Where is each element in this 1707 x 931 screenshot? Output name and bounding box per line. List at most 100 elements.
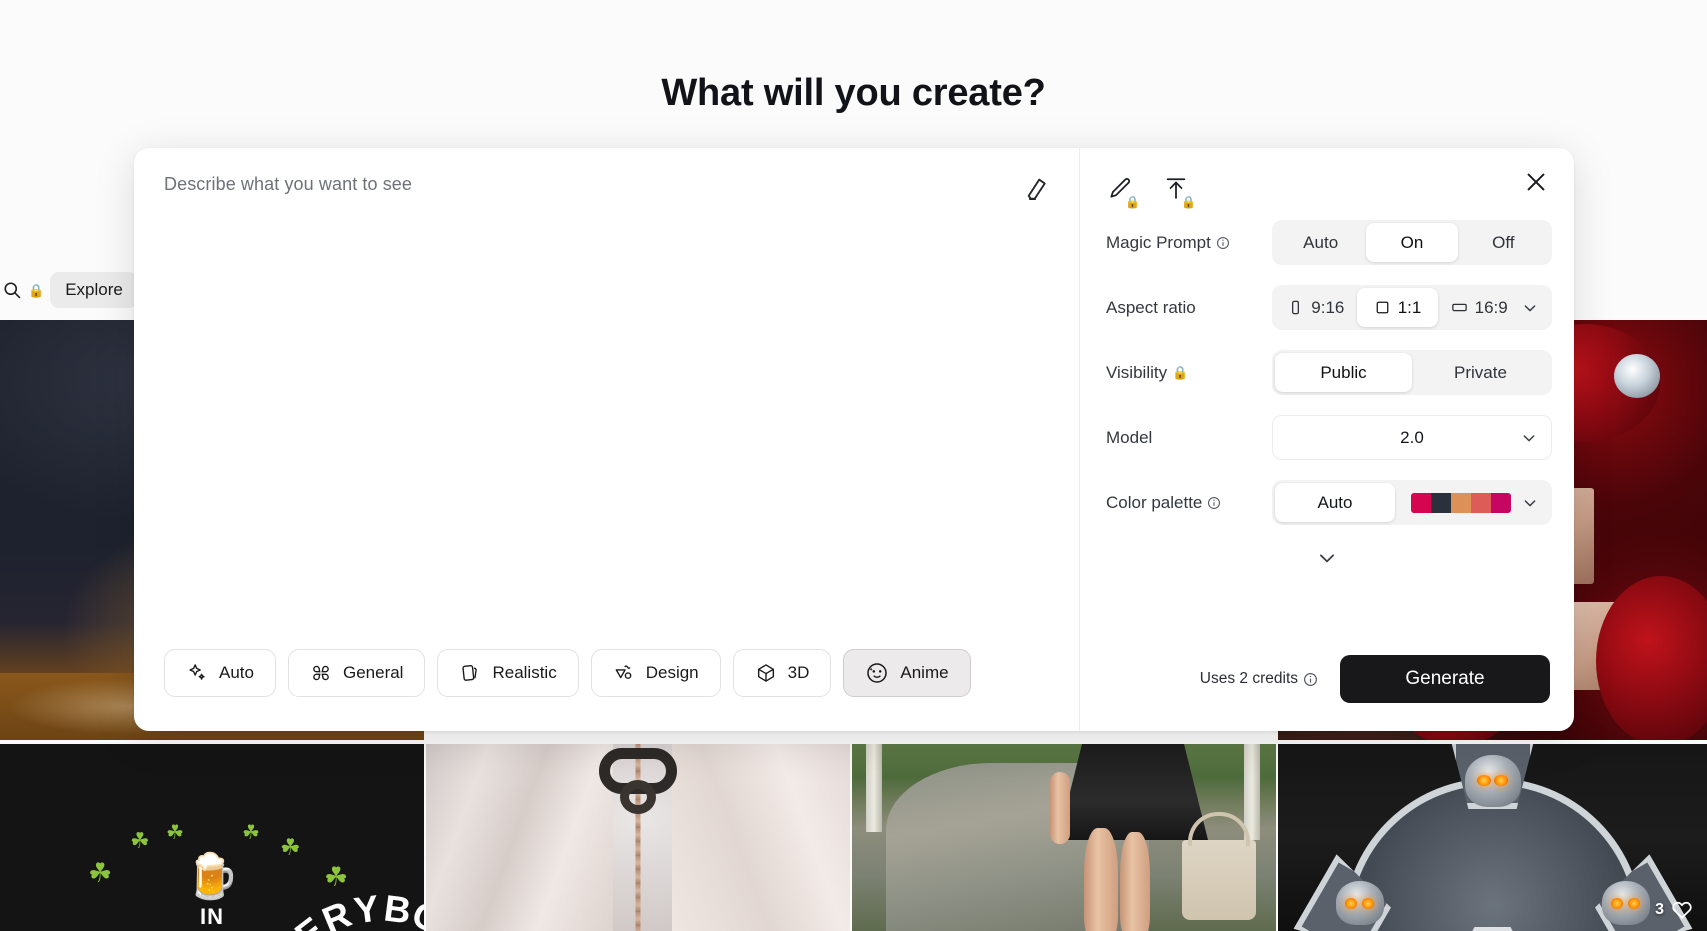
skull-icon bbox=[1335, 881, 1384, 925]
palette-swatch-1 bbox=[1411, 492, 1431, 513]
palette-swatch-4 bbox=[1471, 492, 1491, 513]
expand-settings-button[interactable] bbox=[1080, 535, 1574, 571]
label-text: Color palette bbox=[1106, 492, 1203, 512]
row-magic-prompt: Magic Prompt Auto On Off bbox=[1080, 210, 1574, 275]
label-text: Magic Prompt bbox=[1106, 232, 1211, 252]
chevron-down-icon[interactable] bbox=[1520, 493, 1540, 513]
info-icon[interactable] bbox=[1303, 672, 1318, 687]
edit-pencil-icon[interactable]: 🔒 bbox=[1106, 175, 1140, 208]
style-chip-row: Auto General Realistic Design 3D Anime bbox=[134, 649, 1079, 731]
lock-icon: 🔒 bbox=[28, 282, 45, 298]
prompt-input[interactable]: Describe what you want to see bbox=[164, 174, 1049, 195]
aspect-option-9-16[interactable]: 9:16 bbox=[1275, 288, 1357, 327]
aspect-label: 1:1 bbox=[1397, 297, 1422, 317]
model-value: 2.0 bbox=[1400, 427, 1424, 447]
create-dialog: Describe what you want to see Auto Gener… bbox=[134, 148, 1574, 731]
style-chip-label: Auto bbox=[219, 663, 254, 682]
square-icon bbox=[1376, 301, 1389, 314]
aspect-option-16-9[interactable]: 16:9 bbox=[1438, 288, 1520, 327]
arc-letter: Y bbox=[351, 887, 382, 931]
magic-prompt-option-on[interactable]: On bbox=[1366, 223, 1458, 262]
label-text: Visibility bbox=[1106, 362, 1168, 382]
bride-chain-image[interactable] bbox=[426, 744, 850, 931]
aspect-label: 16:9 bbox=[1474, 297, 1508, 317]
visibility-option-public[interactable]: Public bbox=[1275, 353, 1412, 392]
aspect-ratio-label: Aspect ratio bbox=[1106, 298, 1272, 318]
chevron-down-icon[interactable] bbox=[1519, 428, 1539, 448]
row-color-palette: Color palette Auto bbox=[1080, 470, 1574, 535]
magic-prompt-segmented[interactable]: Auto On Off bbox=[1272, 220, 1552, 265]
magic-prompt-option-off[interactable]: Off bbox=[1458, 223, 1549, 262]
page-title: What will you create? bbox=[661, 72, 1046, 114]
aspect-option-1-1[interactable]: 1:1 bbox=[1356, 288, 1439, 327]
visibility-segmented[interactable]: Public Private bbox=[1272, 350, 1552, 395]
generate-button[interactable]: Generate bbox=[1340, 655, 1550, 703]
style-chip-design[interactable]: Design bbox=[590, 649, 721, 697]
palette-auto-option[interactable]: Auto bbox=[1275, 483, 1395, 522]
label-text: Aspect ratio bbox=[1106, 297, 1196, 317]
beer-mug-icon: 🍺 bbox=[184, 852, 240, 901]
moto-skull-image[interactable]: 3 bbox=[1278, 744, 1707, 931]
style-chip-realistic[interactable]: Realistic bbox=[437, 649, 579, 697]
style-chip-anime[interactable]: Anime bbox=[843, 649, 971, 697]
like-count: 3 bbox=[1655, 901, 1664, 918]
row-aspect-ratio: Aspect ratio 9:16 1:1 16:9 bbox=[1080, 275, 1574, 340]
lock-icon: 🔒 bbox=[1172, 365, 1189, 380]
chevron-down-icon bbox=[1320, 554, 1334, 563]
photo-stack-icon bbox=[462, 665, 478, 681]
clover-grid-icon bbox=[313, 665, 329, 681]
style-chip-label: General bbox=[342, 663, 404, 682]
style-chip-label: 3D bbox=[787, 663, 810, 682]
eraser-icon[interactable] bbox=[1021, 174, 1051, 204]
design-icon bbox=[615, 665, 632, 679]
skull-icon bbox=[1601, 881, 1650, 925]
credits-info: Uses 2 credits bbox=[1200, 670, 1318, 688]
magic-prompt-option-auto[interactable]: Auto bbox=[1275, 223, 1366, 262]
aspect-label: 9:16 bbox=[1311, 297, 1345, 317]
heart-icon[interactable] bbox=[1671, 899, 1693, 921]
model-dropdown[interactable]: 2.0 bbox=[1272, 415, 1552, 460]
credits-text: Uses 2 credits bbox=[1199, 670, 1298, 687]
settings-footer: Uses 2 credits Generate bbox=[1080, 655, 1574, 731]
visibility-option-private[interactable]: Private bbox=[1412, 353, 1549, 392]
palette-swatch-5 bbox=[1491, 492, 1511, 513]
info-icon[interactable] bbox=[1216, 236, 1230, 250]
lock-icon: 🔒 bbox=[1125, 195, 1140, 209]
info-icon[interactable] bbox=[1207, 496, 1221, 510]
portrait-icon bbox=[1292, 300, 1300, 315]
label-text: Model bbox=[1106, 427, 1153, 447]
cube-icon bbox=[757, 664, 774, 682]
style-chip-3d[interactable]: 3D bbox=[732, 649, 832, 697]
color-palette-control[interactable]: Auto bbox=[1272, 480, 1552, 525]
style-chip-label: Design bbox=[645, 663, 699, 682]
shamrock-tshirt-image[interactable]: ☘ ☘ ☘ ☘ ☘ ☘ 🍺 IN St. Patty EVERYBODYY bbox=[0, 744, 424, 931]
color-palette-label: Color palette bbox=[1106, 493, 1272, 513]
prompt-input-area[interactable]: Describe what you want to see bbox=[134, 148, 1079, 649]
palette-swatch-2 bbox=[1431, 492, 1451, 513]
style-chip-label: Anime bbox=[900, 663, 949, 682]
style-chip-general[interactable]: General bbox=[287, 649, 426, 697]
sparkle-icon bbox=[189, 664, 205, 680]
lock-icon: 🔒 bbox=[1181, 195, 1196, 209]
tab-explore[interactable]: Explore bbox=[50, 272, 138, 308]
prompt-pane: Describe what you want to see Auto Gener… bbox=[134, 148, 1079, 731]
arc-letter: R bbox=[316, 893, 357, 931]
settings-toolbar: 🔒 🔒 bbox=[1080, 148, 1574, 210]
like-badge[interactable]: 3 bbox=[1655, 899, 1693, 921]
anime-face-icon bbox=[867, 663, 888, 683]
palette-swatches[interactable] bbox=[1411, 492, 1511, 513]
close-icon[interactable] bbox=[1522, 168, 1552, 198]
magic-prompt-label: Magic Prompt bbox=[1106, 233, 1272, 253]
style-chip-auto[interactable]: Auto bbox=[164, 649, 276, 697]
upload-icon[interactable]: 🔒 bbox=[1162, 175, 1196, 208]
skull-icon bbox=[1464, 755, 1521, 807]
style-chip-label: Realistic bbox=[492, 663, 557, 682]
walking-woman-image[interactable] bbox=[852, 744, 1276, 931]
row-visibility: Visibility 🔒 Public Private bbox=[1080, 340, 1574, 405]
model-label: Model bbox=[1106, 428, 1272, 448]
search-icon[interactable] bbox=[2, 280, 22, 300]
row-model: Model 2.0 bbox=[1080, 405, 1574, 470]
chevron-down-icon[interactable] bbox=[1520, 298, 1540, 318]
aspect-ratio-segmented[interactable]: 9:16 1:1 16:9 bbox=[1272, 285, 1552, 330]
visibility-label: Visibility 🔒 bbox=[1106, 363, 1272, 383]
